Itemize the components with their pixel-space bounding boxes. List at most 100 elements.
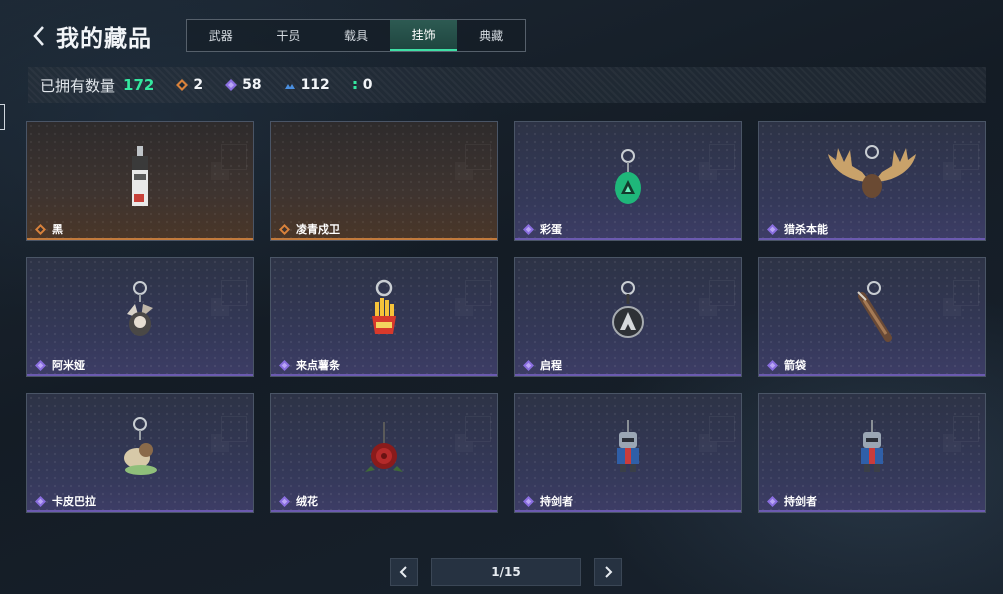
charm-card[interactable]: 来点薯条: [270, 257, 498, 377]
charm-name-label: 阿米娅: [52, 359, 85, 372]
charm-card[interactable]: 箭袋: [758, 257, 986, 377]
next-page-button[interactable]: [594, 558, 622, 586]
rose-charm-icon: [329, 404, 439, 494]
charm-name: 来点薯条: [279, 357, 340, 373]
charm-name-label: 绒花: [296, 495, 318, 508]
charm-card[interactable]: 黑: [26, 121, 254, 241]
charm-grid: 黑 凌青戍卫 彩蛋 猎杀本能 阿米娅 来点薯条 启程 箭袋 卡皮巴拉 绒花 持剑…: [26, 121, 986, 513]
card-deco: [465, 280, 491, 306]
charm-card[interactable]: 卡皮巴拉: [26, 393, 254, 513]
charm-card[interactable]: 猎杀本能: [758, 121, 986, 241]
charm-name-label: 持剑者: [784, 495, 817, 508]
owned-total-count: 172: [123, 76, 155, 94]
orange-rarity-count: 2: [176, 77, 203, 93]
orange-diamond-icon: [279, 223, 290, 235]
charm-name: 凌青戍卫: [279, 221, 340, 237]
knight-charm-icon: [817, 404, 927, 494]
card-deco: [709, 144, 735, 170]
page-title: 我的藏品: [56, 26, 152, 52]
knight-charm-icon: [573, 404, 683, 494]
orange-diamond-icon: [176, 79, 189, 91]
charm-name-label: 凌青戍卫: [296, 223, 340, 236]
purple-rarity-value: 58: [242, 77, 262, 93]
charm-name: 绒花: [279, 493, 318, 509]
purple-diamond-icon: [279, 495, 290, 507]
purple-diamond-icon: [35, 495, 46, 507]
green-rarity-count: 0: [352, 77, 373, 93]
charm-name: 黑: [35, 221, 63, 237]
fries-charm-icon: [329, 268, 439, 358]
green-egg-charm-icon: [573, 132, 683, 222]
chevron-left-icon: [33, 26, 44, 46]
charm-card[interactable]: 持剑者: [758, 393, 986, 513]
capybara-charm-icon: [85, 404, 195, 494]
blue-rarity-value: 112: [300, 77, 330, 93]
charm-card[interactable]: 阿米娅: [26, 257, 254, 377]
orange-rarity-value: 2: [193, 77, 204, 93]
charm-name-label: 持剑者: [540, 495, 573, 508]
card-deco: [221, 416, 247, 442]
back-button[interactable]: [28, 21, 50, 51]
category-tabs: 武器 干员 载具 挂饰 典藏: [186, 19, 526, 52]
charm-name-label: 猎杀本能: [784, 223, 828, 236]
purple-diamond-icon: [767, 495, 778, 507]
blue-rarity-count: 112: [284, 77, 330, 93]
charm-card[interactable]: 绒花: [270, 393, 498, 513]
blue-chevrons-icon: [284, 79, 296, 91]
tab-collection[interactable]: 典藏: [457, 20, 525, 51]
purple-diamond-icon: [225, 79, 238, 91]
charm-name-label: 箭袋: [784, 359, 806, 372]
side-edge-marker: [0, 104, 5, 130]
purple-diamond-icon: [523, 359, 534, 371]
charm-name-label: 彩蛋: [540, 223, 562, 236]
charm-name: 阿米娅: [35, 357, 85, 373]
purple-rarity-count: 58: [225, 77, 262, 93]
pagination: 1/15: [390, 558, 622, 586]
charm-name-label: 来点薯条: [296, 359, 340, 372]
quiver-charm-icon: [817, 268, 927, 358]
card-deco: [221, 144, 247, 170]
charm-name-label: 黑: [52, 223, 63, 236]
charm-name: 启程: [523, 357, 562, 373]
purple-diamond-icon: [767, 223, 778, 235]
ownership-stats-bar: 已拥有数量 172 2 58 112 0: [28, 67, 986, 103]
emblem-charm-icon: [573, 268, 683, 358]
page-header: 我的藏品: [28, 18, 152, 54]
card-deco: [953, 144, 979, 170]
purple-diamond-icon: [279, 359, 290, 371]
tag-charm-icon: [85, 132, 195, 222]
card-deco: [221, 280, 247, 306]
bunny-charm-icon: [85, 268, 195, 358]
charm-name: 箭袋: [767, 357, 806, 373]
charm-card[interactable]: 彩蛋: [514, 121, 742, 241]
card-deco: [709, 416, 735, 442]
antler-charm-icon: [817, 132, 927, 222]
page-indicator: 1/15: [431, 558, 581, 586]
tab-charms[interactable]: 挂饰: [389, 20, 458, 51]
purple-diamond-icon: [523, 495, 534, 507]
charm-card[interactable]: 凌青戍卫: [270, 121, 498, 241]
charm-name-label: 启程: [540, 359, 562, 372]
purple-diamond-icon: [35, 359, 46, 371]
owned-count-label: 已拥有数量: [40, 76, 116, 95]
orange-diamond-icon: [35, 223, 46, 235]
charm-card[interactable]: 持剑者: [514, 393, 742, 513]
tab-weapons[interactable]: 武器: [187, 20, 255, 51]
green-dots-icon: [352, 79, 358, 91]
chevron-left-icon: [399, 566, 407, 578]
prev-page-button[interactable]: [390, 558, 418, 586]
chevron-right-icon: [605, 566, 613, 578]
charm-name-label: 卡皮巴拉: [52, 495, 96, 508]
card-deco: [709, 280, 735, 306]
tab-vehicles[interactable]: 载具: [322, 20, 390, 51]
tab-operators[interactable]: 干员: [255, 20, 323, 51]
card-deco: [465, 416, 491, 442]
green-rarity-value: 0: [362, 77, 373, 93]
purple-diamond-icon: [523, 223, 534, 235]
card-deco: [465, 144, 491, 170]
charm-card[interactable]: 启程: [514, 257, 742, 377]
card-deco: [953, 280, 979, 306]
charm-name: 卡皮巴拉: [35, 493, 96, 509]
charm-name: 猎杀本能: [767, 221, 828, 237]
purple-diamond-icon: [767, 359, 778, 371]
